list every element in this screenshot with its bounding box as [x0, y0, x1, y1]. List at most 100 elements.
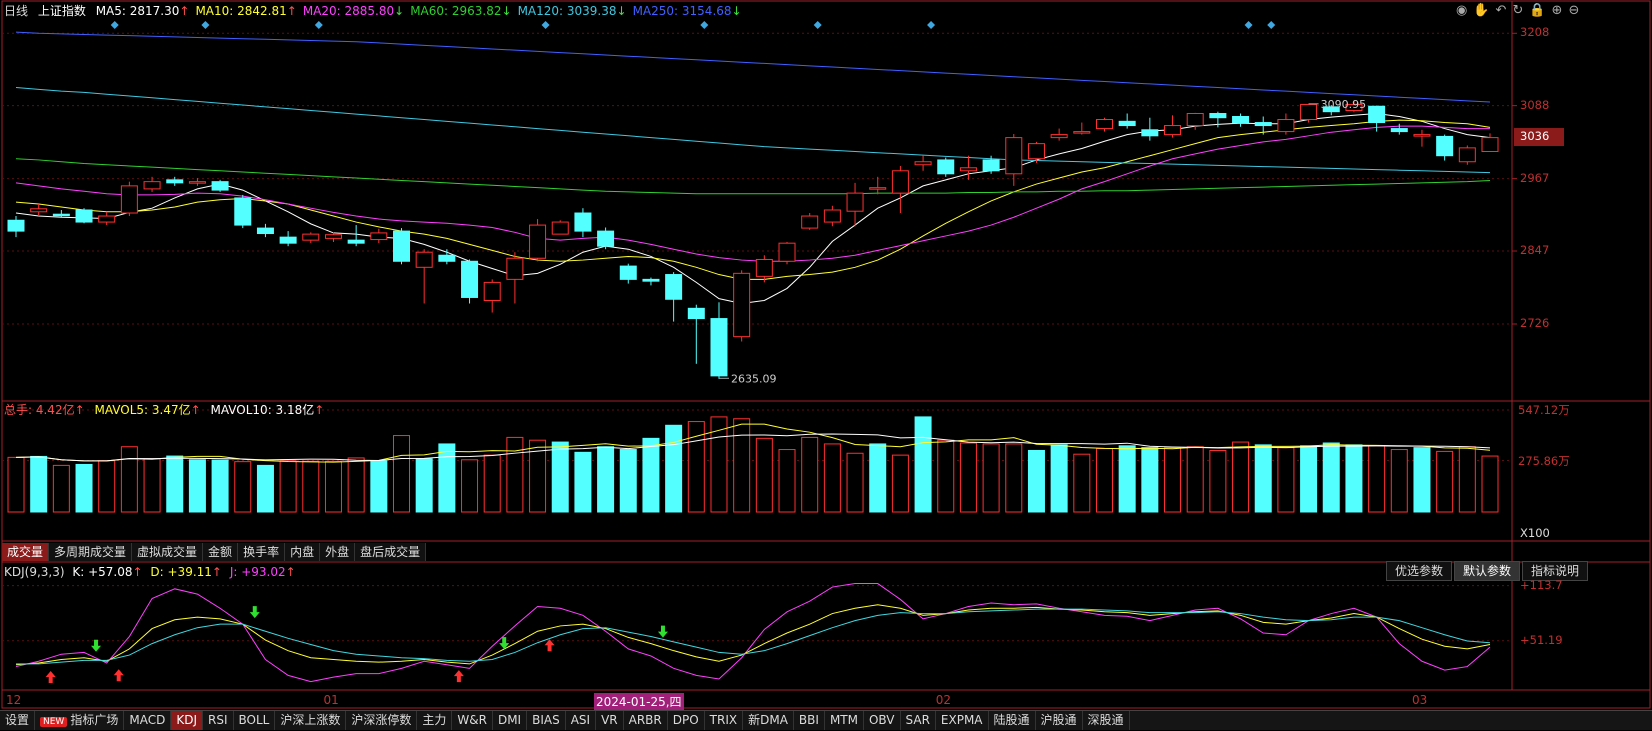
- price-tick: 2726: [1520, 316, 1550, 330]
- chart-frame: [1, 0, 1651, 709]
- volume-bar: [211, 459, 229, 513]
- kdj-tick: +113.7: [1520, 577, 1563, 592]
- indicator-tab[interactable]: KDJ: [171, 711, 203, 730]
- indicator-tab[interactable]: RSI: [203, 711, 234, 730]
- param-tab[interactable]: 优选参数: [1386, 561, 1453, 581]
- signal-diamond: [700, 21, 709, 29]
- dead-cross-arrow: [91, 639, 102, 652]
- indicator-tab[interactable]: TRIX: [704, 711, 744, 730]
- indicator-tab[interactable]: DMI: [492, 711, 528, 730]
- settings-tab[interactable]: 设置: [0, 711, 36, 730]
- volume-bar: [506, 436, 524, 513]
- indicator-tab[interactable]: EXPMA: [935, 711, 989, 730]
- candle-body: [1118, 120, 1136, 127]
- candle-body: [823, 209, 841, 223]
- candle-body: [1368, 105, 1386, 124]
- volume-unit: X100: [1520, 526, 1550, 540]
- candle-body: [1254, 122, 1272, 127]
- volume-bar: [1050, 444, 1068, 513]
- ma-line-ma120: [15, 87, 1491, 174]
- kdj-d: D: +39.11: [150, 565, 212, 579]
- indicator-tab[interactable]: BIAS: [527, 711, 566, 730]
- volume-bar: [1277, 447, 1295, 513]
- indicator-tab[interactable]: OBV: [863, 711, 901, 730]
- volume-bar: [98, 460, 116, 513]
- indicator-tab[interactable]: ARBR: [623, 711, 668, 730]
- candle-body: [324, 234, 342, 239]
- candle-body: [1390, 128, 1408, 133]
- mavol5-arrow: ↑: [190, 403, 201, 417]
- volume-bar: [1413, 447, 1431, 513]
- volume-bar: [1164, 447, 1182, 513]
- indicator-tab[interactable]: SAR: [900, 711, 936, 730]
- volume-bar: [778, 449, 796, 513]
- candle-body: [75, 209, 93, 223]
- candle-body: [211, 181, 229, 191]
- indicator-tab[interactable]: 深股通: [1082, 711, 1130, 730]
- indicator-tab[interactable]: BOLL: [233, 711, 276, 730]
- indicator-tab[interactable]: 主力: [417, 711, 453, 730]
- volume-tick: 547.12万: [1518, 402, 1570, 417]
- indicator-tab[interactable]: DPO: [667, 711, 705, 730]
- volume-tab[interactable]: 金额: [203, 543, 239, 561]
- indicator-tab[interactable]: MTM: [824, 711, 864, 730]
- candle-body: [1481, 137, 1499, 152]
- candle-body: [1050, 134, 1068, 139]
- mavol10: MAVOL10: 3.18亿: [210, 403, 315, 417]
- volume-bar: [959, 442, 977, 513]
- volume-bar: [7, 456, 25, 513]
- indicator-tab[interactable]: ASI: [565, 711, 597, 730]
- kline-chart[interactable]: 3090.95 2635.09: [0, 0, 1652, 710]
- volume-bar: [1481, 455, 1499, 513]
- volume-bar: [1118, 445, 1136, 513]
- volume-bar: [438, 443, 456, 513]
- volume-bar: [1141, 447, 1159, 513]
- indicator-tab[interactable]: VR: [596, 711, 624, 730]
- volume-tab[interactable]: 成交量: [2, 543, 50, 561]
- volume-tab[interactable]: 多周期成交量: [49, 543, 133, 561]
- indicator-tab[interactable]: 陆股通: [988, 711, 1036, 730]
- indicator-tab[interactable]: 沪深上涨数: [275, 711, 347, 730]
- candle-body: [1209, 112, 1227, 119]
- candle-body: [597, 230, 615, 247]
- ma-line-ma250: [15, 31, 1491, 103]
- indicator-tab[interactable]: 新DMA: [743, 711, 794, 730]
- date-tick: 02: [935, 693, 952, 707]
- indicator-tab[interactable]: MACD: [124, 711, 172, 730]
- candle-body: [574, 212, 592, 232]
- indicator-tab[interactable]: 沪股通: [1035, 711, 1083, 730]
- volume-tab[interactable]: 内盘: [285, 543, 321, 561]
- volume-tab[interactable]: 换手率: [238, 543, 286, 561]
- golden-cross-arrow: [45, 671, 56, 684]
- indicator-tab[interactable]: BBI: [793, 711, 825, 730]
- candle-body: [1186, 112, 1204, 127]
- volume-bar: [256, 464, 274, 513]
- signal-diamond: [201, 21, 210, 29]
- candle-body: [891, 170, 909, 194]
- volume-bar: [1232, 441, 1250, 513]
- volume-bar: [937, 439, 955, 513]
- kdj-j-line: [15, 583, 1491, 683]
- candle-body: [914, 161, 932, 166]
- candle-body: [1458, 147, 1476, 163]
- volume-bar: [1458, 446, 1476, 513]
- kdj-k-line: [15, 604, 1491, 666]
- new-badge: NEW: [40, 717, 68, 727]
- volume-bar: [801, 436, 819, 513]
- candle-body: [188, 181, 206, 184]
- candle-body: [755, 258, 773, 277]
- indicator-tab[interactable]: W&R: [452, 711, 493, 730]
- low-label: 2635.09: [731, 372, 777, 385]
- volume-tab[interactable]: 外盘: [320, 543, 356, 561]
- signal-diamond: [110, 21, 119, 29]
- candle-body: [1005, 137, 1023, 175]
- param-tab[interactable]: 默认参数: [1454, 561, 1521, 581]
- indicator-tab[interactable]: NEW 指标广场: [35, 711, 125, 730]
- volume-bar: [52, 464, 70, 513]
- candle-body: [1027, 143, 1045, 160]
- indicator-tab[interactable]: 沪深涨停数: [346, 711, 418, 730]
- volume-tab[interactable]: 虚拟成交量: [132, 543, 204, 561]
- volume-tab[interactable]: 盘后成交量: [355, 543, 427, 561]
- candle-body: [1073, 131, 1091, 134]
- candle-body: [733, 272, 751, 338]
